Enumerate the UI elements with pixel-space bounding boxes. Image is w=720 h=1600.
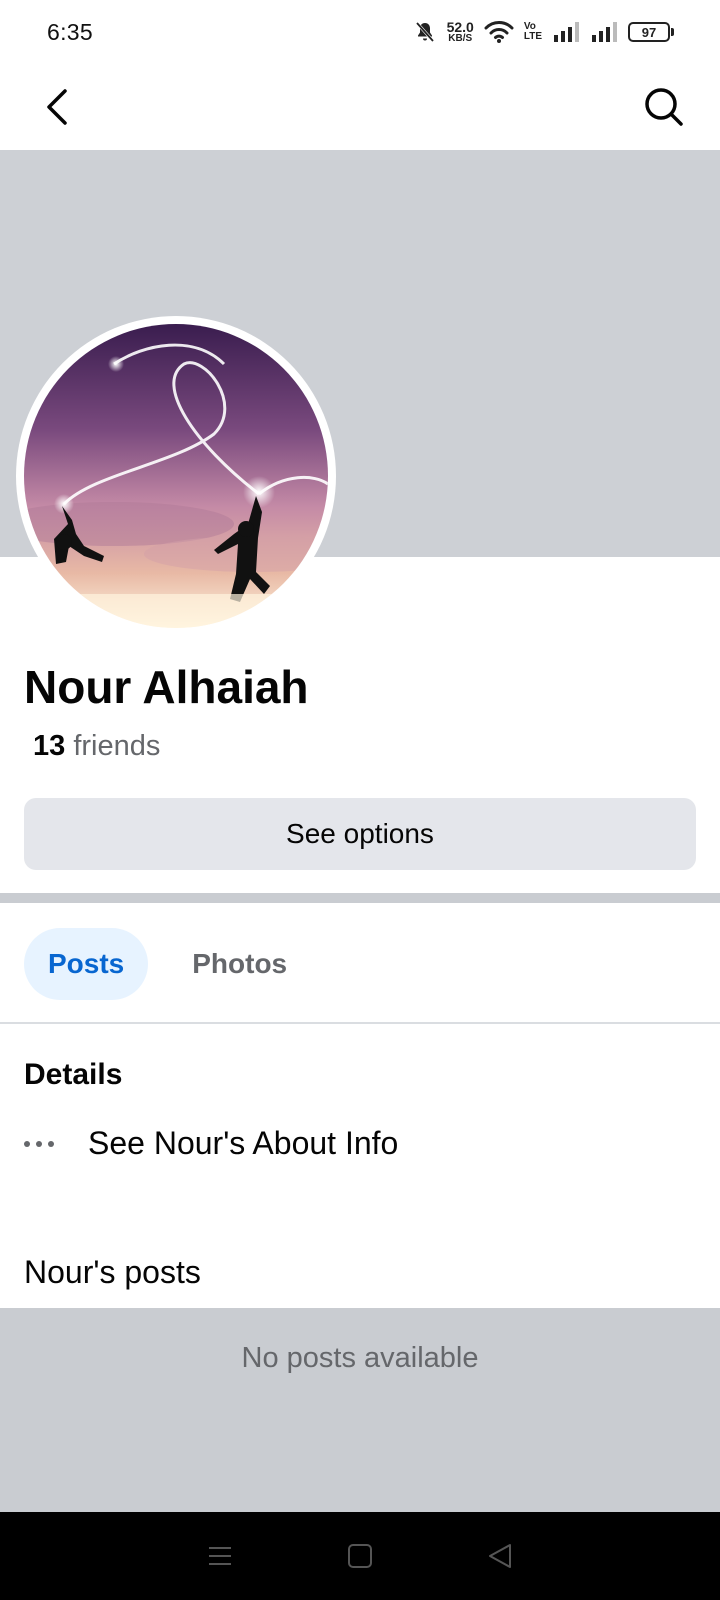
empty-posts-text: No posts available [241,1342,479,1374]
friends-count[interactable]: 13 friends [33,730,160,763]
profile-photo-image [24,324,328,628]
status-time: 6:35 [47,18,93,45]
about-info-label: See Nour's About Info [88,1125,399,1161]
profile-photo [24,324,328,628]
net-speed-unit: KB/S [448,33,473,44]
system-nav-bar [0,1512,720,1600]
bell-muted-icon [415,22,434,42]
home-icon[interactable] [346,1542,374,1570]
volte-bottom: LTE [523,31,542,42]
back-button[interactable] [30,79,86,135]
wifi-icon [484,21,514,43]
battery-level: 97 [628,22,670,42]
status-bar: 6:35 52.0 KB/S Vo LTE 97 [0,0,720,64]
tab-photos[interactable]: Photos [168,928,311,1000]
friends-label: friends [73,730,161,762]
see-options-button[interactable]: See options [24,798,696,870]
empty-posts-panel: No posts available [0,1308,720,1512]
net-speed: 52.0 KB/S [447,20,474,44]
menu-icon[interactable] [206,1542,234,1570]
battery-icon: 97 [628,22,674,42]
profile-tabs: Posts Photos [24,928,311,1000]
signal-icon-2 [592,22,617,42]
status-icons: 52.0 KB/S Vo LTE 97 [413,20,674,44]
net-speed-value: 52.0 [446,19,474,35]
search-button[interactable] [636,79,692,135]
signal-icon [554,22,579,42]
details-heading: Details [24,1058,123,1091]
about-info-link[interactable]: See Nour's About Info [24,1125,398,1162]
tabs-divider [0,1022,720,1024]
section-divider [0,893,720,903]
volte-indicator: Vo LTE [524,22,542,42]
profile-avatar[interactable] [16,316,336,636]
back-triangle-icon[interactable] [486,1542,514,1570]
back-arrow-icon [47,89,67,125]
more-dots-icon [24,1140,62,1147]
top-nav [0,64,720,150]
search-icon [645,88,683,126]
profile-name: Nour Alhaiah [24,661,309,713]
friends-count-value: 13 [33,730,66,762]
tab-posts[interactable]: Posts [24,928,149,1000]
posts-heading: Nour's posts [24,1254,201,1290]
